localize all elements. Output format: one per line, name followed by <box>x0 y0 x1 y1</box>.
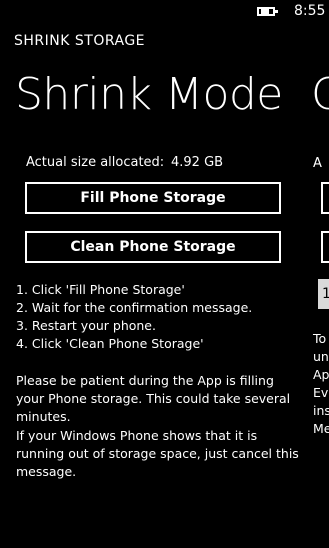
status-clock: 8:55 <box>294 3 326 19</box>
next-page-text-line: ins <box>313 403 329 418</box>
next-page-text-fragment: To un Ap Ev ins Me <box>313 330 329 438</box>
next-page-label-fragment: A <box>313 156 322 171</box>
instruction-step: 1. Click 'Fill Phone Storage' <box>16 282 185 297</box>
app-title: SHRINK STORAGE <box>14 33 146 49</box>
charging-plug-glyph <box>261 9 269 14</box>
next-page-text-line: Ev <box>313 385 329 400</box>
allocated-size-value: 4.92 GB <box>171 155 224 170</box>
instruction-step: 4. Click 'Clean Phone Storage' <box>16 336 204 351</box>
clean-phone-storage-button[interactable]: Clean Phone Storage <box>25 231 281 263</box>
patience-note: Please be patient during the App is fill… <box>16 373 291 424</box>
next-page-text-line: un <box>313 349 329 364</box>
next-page-button-fragment[interactable] <box>321 231 329 263</box>
battery-charging-icon <box>257 7 278 16</box>
next-page-button-fragment[interactable] <box>321 182 329 214</box>
next-page-text-line: To <box>313 331 327 346</box>
next-page-text-line: Me <box>313 421 329 436</box>
pivot-header-next[interactable]: C <box>311 73 329 117</box>
cancel-note: If your Windows Phone shows that it is r… <box>16 428 299 479</box>
next-page-text-line: Ap <box>313 367 329 382</box>
instruction-step: 3. Restart your phone. <box>16 318 156 333</box>
pivot-header-shrink-mode[interactable]: Shrink Mode <box>15 73 283 117</box>
status-bar: 8:55 <box>0 0 329 26</box>
fill-phone-storage-button[interactable]: Fill Phone Storage <box>25 182 281 214</box>
allocated-size-label: Actual size allocated: <box>26 155 165 170</box>
instruction-step: 2. Wait for the confirmation message. <box>16 300 253 315</box>
instruction-steps: 1. Click 'Fill Phone Storage' 2. Wait fo… <box>16 281 306 353</box>
next-page-input-fragment[interactable]: 1 <box>318 279 329 309</box>
